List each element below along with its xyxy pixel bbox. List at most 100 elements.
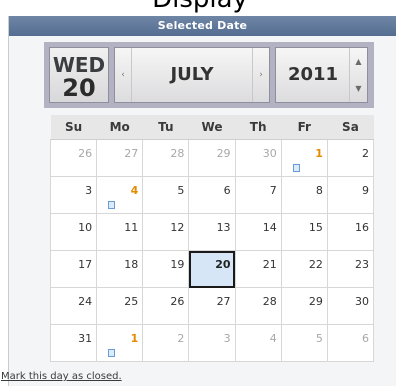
day-number-label: 26 <box>170 295 185 308</box>
calendar-day[interactable]: 4 <box>234 324 282 362</box>
weekday-header: Su <box>50 115 97 140</box>
day-number-label: 19 <box>170 258 185 271</box>
day-number-label: 15 <box>308 221 323 234</box>
month-selector: ‹ JULY › <box>114 47 270 103</box>
calendar-day[interactable]: 4 <box>96 176 144 214</box>
calendar-day[interactable]: 17 <box>49 250 98 288</box>
next-month-button[interactable]: › <box>252 48 269 102</box>
calendar-day[interactable]: 22 <box>280 250 328 288</box>
calendar-week-row: 3 4 5 6 7 8 9 <box>49 176 375 214</box>
day-number-label: 4 <box>130 184 139 197</box>
year-selector: 2011 ▲ ▼ <box>275 47 368 103</box>
note-icon[interactable] <box>108 201 116 209</box>
note-icon[interactable] <box>108 349 116 357</box>
calendar-day[interactable]: 15 <box>280 213 328 251</box>
day-number-label: 17 <box>78 258 93 271</box>
day-number-label: 18 <box>124 258 139 271</box>
day-number-label: 2 <box>362 147 369 160</box>
day-number-label: 26 <box>78 147 93 160</box>
day-number-label: 23 <box>355 258 369 271</box>
calendar-day[interactable]: 3 <box>188 324 236 362</box>
calendar-day[interactable]: 2 <box>142 324 190 362</box>
calendar-day[interactable]: 9 <box>326 176 375 214</box>
calendar-day[interactable]: 13 <box>188 213 236 251</box>
calendar-day[interactable]: 30 <box>326 287 375 325</box>
weekday-header: Tu <box>142 115 189 140</box>
year-up-button[interactable]: ▲ <box>350 48 367 75</box>
panel-header-title: Selected Date <box>157 19 248 32</box>
calendar-day[interactable]: 18 <box>96 250 144 288</box>
day-number-label: 13 <box>216 221 231 234</box>
day-number-label: 5 <box>315 332 323 345</box>
calendar-day[interactable]: 11 <box>96 213 144 251</box>
day-number-label: 9 <box>362 184 369 197</box>
day-number-label: 7 <box>269 184 277 197</box>
calendar-day[interactable]: 14 <box>234 213 282 251</box>
day-number-label: 2 <box>177 332 185 345</box>
day-number-label: 12 <box>170 221 185 234</box>
previous-month-button[interactable]: ‹ <box>115 48 132 102</box>
calendar-week-row: 17 18 19 20 21 22 23 <box>49 250 375 288</box>
calendar-day[interactable]: 30 <box>234 139 282 177</box>
day-number-label: 30 <box>355 295 369 308</box>
day-number-label: 3 <box>85 184 93 197</box>
calendar-day[interactable]: 25 <box>96 287 144 325</box>
day-number-label: 1 <box>315 147 323 160</box>
calendar-day[interactable]: 29 <box>280 287 328 325</box>
calendar-day[interactable]: 28 <box>234 287 282 325</box>
day-number-label: 8 <box>315 184 323 197</box>
day-number-label: 6 <box>362 332 369 345</box>
page-title: Display <box>80 0 320 14</box>
calendar-body: 26 27 28 29 30 1 2 3 4 5 6 7 8 9 10 11 12 13 14 15 16 17 18 19 2… <box>49 139 375 362</box>
calendar-day[interactable]: 12 <box>142 213 190 251</box>
day-number-label: 10 <box>78 221 93 234</box>
calendar-day[interactable]: 3 <box>49 176 98 214</box>
day-number-label: 6 <box>223 184 231 197</box>
day-number-label: 3 <box>223 332 231 345</box>
day-number-label: 16 <box>355 221 369 234</box>
calendar-day[interactable]: 10 <box>49 213 98 251</box>
calendar-day[interactable]: 28 <box>142 139 190 177</box>
day-number-label: 29 <box>216 147 231 160</box>
weekday-header: We <box>188 115 236 140</box>
note-icon[interactable] <box>292 164 300 172</box>
day-number-label: 20 <box>215 258 231 271</box>
day-number-label: 24 <box>78 295 93 308</box>
calendar-day[interactable]: 2 <box>326 139 375 177</box>
calendar-day[interactable]: 16 <box>326 213 375 251</box>
calendar-day[interactable]: 6 <box>326 324 375 362</box>
weekday-header: Mo <box>96 115 143 140</box>
calendar-week-row: 24 25 26 27 28 29 30 <box>49 287 375 325</box>
year-spinner: ▲ ▼ <box>349 48 367 102</box>
calendar-day[interactable]: 6 <box>188 176 236 214</box>
calendar-day[interactable]: 21 <box>234 250 282 288</box>
calendar-day[interactable]: 24 <box>49 287 98 325</box>
calendar-day[interactable]: 1 <box>96 324 144 362</box>
panel-header: Selected Date <box>9 16 396 36</box>
calendar-day[interactable]: 26 <box>142 287 190 325</box>
calendar-day[interactable]: 19 <box>142 250 190 288</box>
calendar-day[interactable]: 7 <box>234 176 282 214</box>
calendar-day[interactable]: 27 <box>96 139 144 177</box>
calendar-day[interactable]: 26 <box>49 139 98 177</box>
calendar-day[interactable]: 8 <box>280 176 328 214</box>
calendar-week-row: 26 27 28 29 30 1 2 <box>49 139 375 177</box>
calendar-day[interactable]: 31 <box>49 324 98 362</box>
calendar-day[interactable]: 23 <box>326 250 375 288</box>
date-bar: WED 20 ‹ JULY › 2011 ▲ ▼ <box>44 42 374 108</box>
calendar-day[interactable]: 29 <box>188 139 236 177</box>
mark-day-closed-link[interactable]: Mark this day as closed. <box>1 371 122 382</box>
calendar-grid: Su Mo Tu We Th Fr Sa 26 27 28 29 30 1 2 3 4 5 6 7 8 9… <box>49 115 375 362</box>
year-down-button[interactable]: ▼ <box>350 75 367 102</box>
day-display: WED 20 <box>49 47 109 103</box>
day-number-label: 1 <box>130 332 139 345</box>
weekday-header: Sa <box>327 115 374 140</box>
calendar-day[interactable]: 5 <box>142 176 190 214</box>
day-number-label: 14 <box>262 221 277 234</box>
calendar-week-row: 31 1 2 3 4 5 6 <box>49 324 375 362</box>
calendar-day[interactable]: 5 <box>280 324 328 362</box>
day-number-label: 29 <box>308 295 323 308</box>
calendar-day[interactable]: 27 <box>188 287 236 325</box>
calendar-day[interactable]: 1 <box>280 139 328 177</box>
calendar-day-selected[interactable]: 20 <box>188 250 236 288</box>
